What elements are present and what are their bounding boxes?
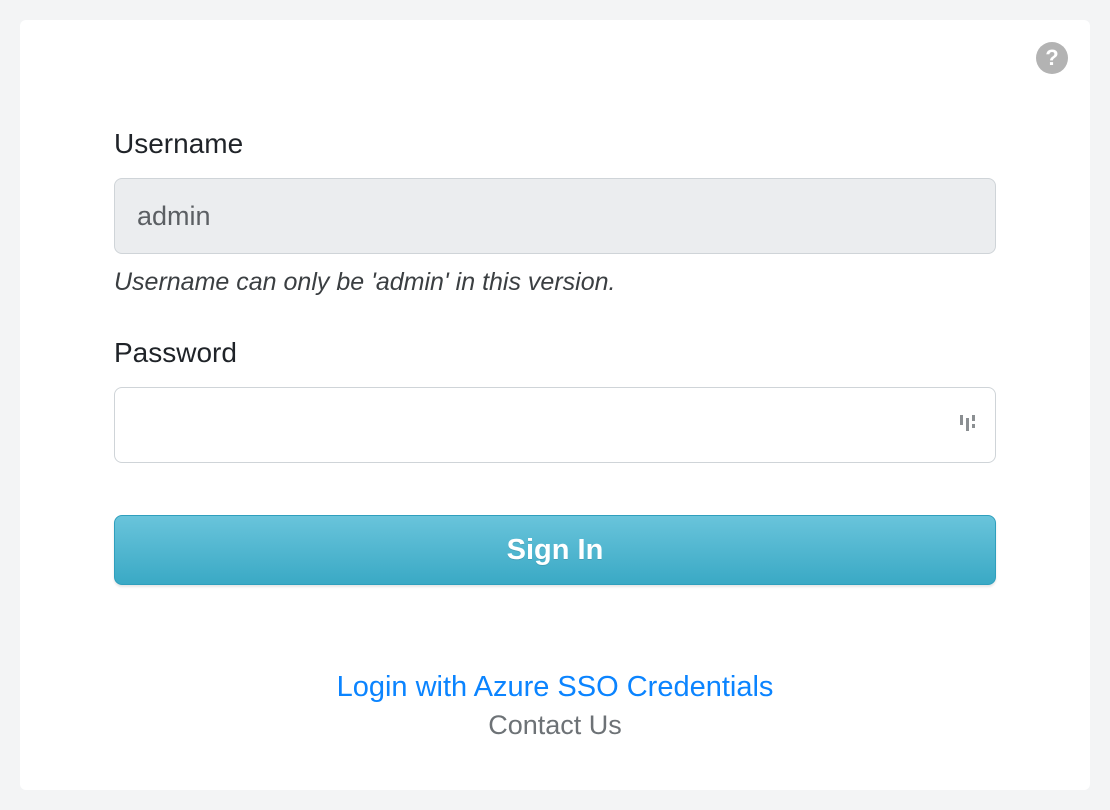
username-label: Username	[114, 128, 996, 160]
login-form: Username Username can only be 'admin' in…	[38, 38, 1072, 741]
help-icon[interactable]: ?	[1036, 42, 1068, 74]
username-group: Username Username can only be 'admin' in…	[114, 128, 996, 297]
password-label: Password	[114, 337, 996, 369]
svg-text:?: ?	[1045, 45, 1058, 70]
password-group: Password	[114, 337, 996, 463]
password-input[interactable]	[114, 387, 996, 463]
sign-in-button[interactable]: Sign In	[114, 515, 996, 585]
azure-sso-link[interactable]: Login with Azure SSO Credentials	[114, 671, 996, 704]
footer-links: Login with Azure SSO Credentials Contact…	[114, 671, 996, 741]
login-card: ? Username Username can only be 'admin' …	[20, 20, 1090, 790]
username-input	[114, 178, 996, 254]
contact-us-link[interactable]: Contact Us	[114, 710, 996, 741]
password-wrapper	[114, 387, 996, 463]
username-help-text: Username can only be 'admin' in this ver…	[114, 268, 996, 297]
